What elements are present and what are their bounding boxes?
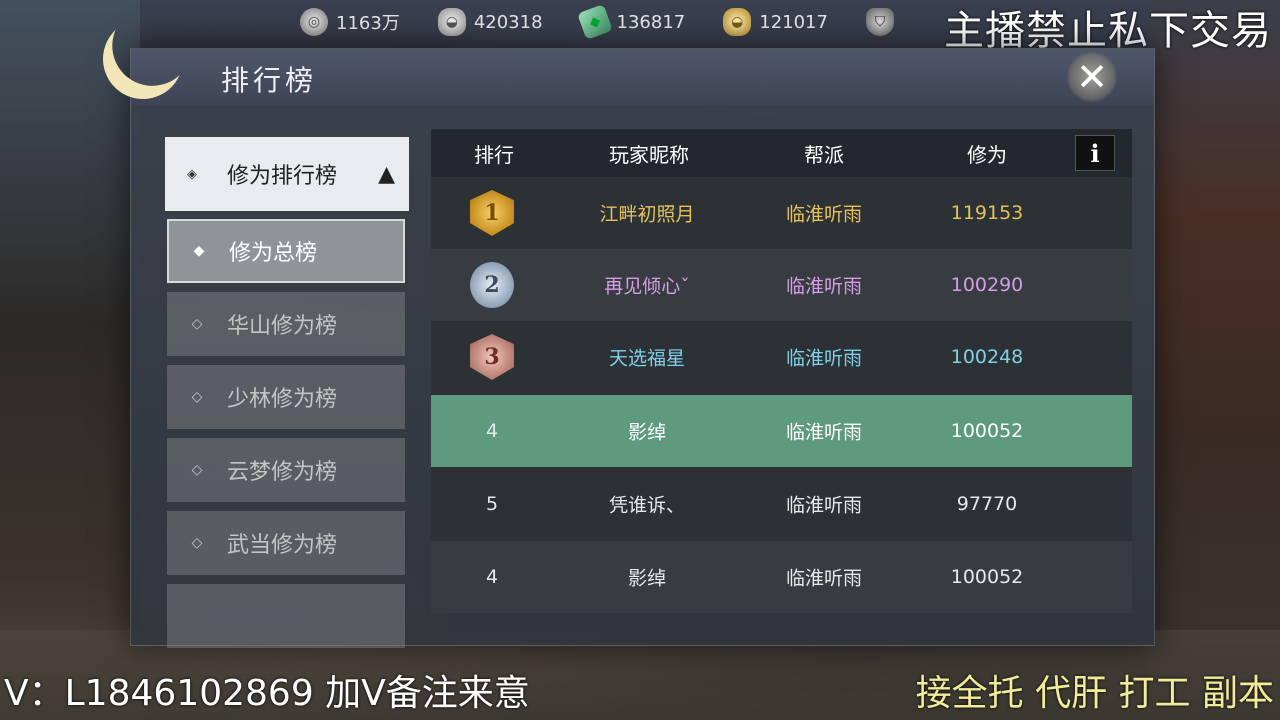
guild-name: 临淮听雨 [785,347,863,370]
score-value: 97770 [956,493,1018,515]
rank-number: 4 [485,420,499,442]
chevron-up-icon: ▲ [378,161,395,187]
currency-value: 136817 [616,11,686,33]
sidebar-item-shaolin[interactable]: ◇ 少林修为榜 [167,365,405,429]
currency-shield: ⛉ [865,8,902,36]
currency-value: 121017 [759,11,828,33]
bronze-medal-icon: 3 [470,334,514,380]
header-player-name: 玩家昵称 [609,143,689,167]
double-diamond-icon: ◈ [187,166,197,182]
shield-icon: ⛉ [865,8,894,36]
silver-medal-icon: 2 [470,262,514,308]
diamond-outline-icon: ◇ [191,316,203,332]
gold-ingot-icon: ◒ [723,8,752,36]
guild-name: 临淮听雨 [785,421,863,444]
player-name: 再见倾心ˇ [604,275,690,298]
sidebar-item-yunmeng[interactable]: ◇ 云梦修为榜 [167,438,405,502]
ranking-table: 排行 玩家昵称 帮派 修为 i 1 江畔初照月 临淮听雨 119153 2 再见… [431,129,1132,613]
guild-name: 临淮听雨 [785,275,863,298]
info-button[interactable]: i [1075,135,1115,171]
leaderboard-window: 排行榜 ✕ ◈ 修为排行榜 ▲ ◆ 修为总榜 ◇ 华山修为榜 ◇ 少林修为榜 ◇… [130,48,1155,648]
table-row[interactable]: 5 凭谁诉、 临淮听雨 97770 [431,468,1132,540]
header-score: 修为 [967,143,1007,167]
window-title: 排行榜 [221,64,318,97]
score-value: 100290 [950,274,1024,296]
sidebar-item-huashan[interactable]: ◇ 华山修为榜 [167,292,405,356]
diamond-filled-icon: ◆ [193,243,205,259]
sidebar-item-label: 云梦修为榜 [227,460,338,485]
sidebar-item-label: 少林修为榜 [227,387,338,412]
service-overlay: 接全托 代肝 打工 副本 [915,673,1274,714]
scene-background-right [1150,0,1280,720]
player-name: 影绰 [627,567,667,590]
sidebar-item-next[interactable] [167,584,405,648]
score-value: 100052 [950,420,1024,442]
category-header[interactable]: ◈ 修为排行榜 ▲ [165,137,409,211]
table-row[interactable]: 1 江畔初照月 临淮听雨 119153 [431,177,1132,249]
currency-jade: ◆ 136817 [576,4,686,40]
header-rank: 排行 [474,143,514,167]
player-name: 影绰 [627,421,667,444]
sidebar-item-label: 华山修为榜 [227,314,338,339]
diamond-outline-icon: ◇ [191,462,203,478]
coin-icon: ◎ [300,8,328,36]
currency-bar: ◎ 1163万 ◒ 420318 ◆ 136817 ◒ 121017 ⛉ [300,0,940,44]
rank-number: 5 [485,493,499,515]
diamond-outline-icon: ◇ [191,535,203,551]
player-name: 江畔初照月 [599,203,695,226]
sidebar-item-total[interactable]: ◆ 修为总榜 [167,219,405,283]
score-value: 119153 [950,202,1024,224]
table-row[interactable]: 3 天选福星 临淮听雨 100248 [431,321,1132,393]
score-value: 100248 [950,346,1024,368]
close-button[interactable]: ✕ [1066,51,1118,103]
guild-name: 临淮听雨 [785,203,863,226]
currency-value: 1163万 [336,13,400,34]
rank-number: 4 [485,566,499,588]
table-row[interactable]: 2 再见倾心ˇ 临淮听雨 100290 [431,249,1132,321]
gold-medal-icon: 1 [470,190,514,236]
player-name: 天选福星 [608,347,686,370]
currency-value: 420318 [473,11,543,33]
header-guild: 帮派 [804,143,844,167]
table-row-self-footer[interactable]: 4 影绰 临淮听雨 100052 [431,541,1132,613]
currency-silver: ◒ 420318 [437,8,543,36]
leaderboard-sidebar: ◈ 修为排行榜 ▲ ◆ 修为总榜 ◇ 华山修为榜 ◇ 少林修为榜 ◇ 云梦修为榜… [157,129,413,655]
guild-name: 临淮听雨 [785,567,863,590]
contact-overlay: V：L1846102869 加V备注来意 [4,673,530,714]
currency-coin: ◎ 1163万 [300,8,400,36]
diamond-outline-icon: ◇ [191,389,203,405]
sidebar-item-label: 修为总榜 [229,241,318,266]
guild-name: 临淮听雨 [785,494,863,517]
sidebar-item-label: 武当修为榜 [227,533,338,558]
player-name: 凭谁诉、 [608,494,686,517]
sidebar-item-wudang[interactable]: ◇ 武当修为榜 [167,511,405,575]
currency-gold: ◒ 121017 [723,8,828,36]
silver-ingot-icon: ◒ [437,8,466,36]
score-value: 100052 [950,566,1024,588]
table-header: 排行 玩家昵称 帮派 修为 i [431,129,1132,177]
jade-icon: ◆ [576,4,613,40]
category-label: 修为排行榜 [227,164,338,189]
title-bar: 排行榜 ✕ [131,49,1154,105]
scene-background-left [0,0,140,720]
table-row-self[interactable]: 4 影绰 临淮听雨 100052 [431,395,1132,467]
